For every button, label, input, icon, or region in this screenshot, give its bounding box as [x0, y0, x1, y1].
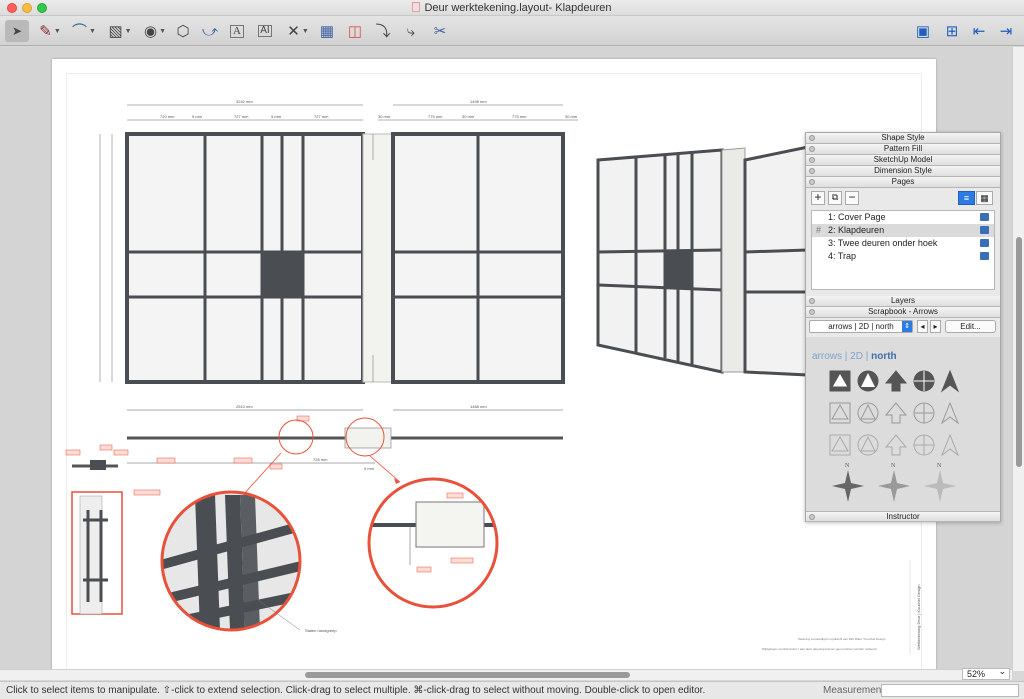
front-elevation [125, 132, 565, 384]
dim-text: 720 mm [160, 114, 175, 119]
note-2: Wijzigingen voorbehouden / aan deze teke… [762, 647, 877, 651]
perspective-3d-view [596, 145, 810, 377]
page-item-2[interactable]: #2: Klapdeuren [812, 224, 994, 237]
zoom-select[interactable]: 52% [962, 666, 1010, 680]
dim-text: 775 mm [512, 114, 527, 119]
dim-text: 1498 mm [470, 99, 487, 104]
presentation-icon [980, 252, 989, 260]
scrapbook-toolbar: arrows | 2D | north ⇕ ◂ ▸ Edit... [809, 319, 999, 335]
page-item-4[interactable]: 4: Trap [812, 250, 994, 263]
pages-list: 1: Cover Page #2: Klapdeuren 3: Twee deu… [811, 210, 995, 290]
north-arrows-grid[interactable]: NNN [806, 337, 1000, 507]
panel-dimension-style[interactable]: Dimension Style [806, 166, 1000, 177]
panel-sketchup-model[interactable]: SketchUp Model [806, 155, 1000, 166]
side-title: Werktekening Deur | Kouchel Design [916, 585, 921, 650]
panel-pattern-fill[interactable]: Pattern Fill [806, 144, 1000, 155]
svg-text:N: N [845, 463, 850, 469]
plan-red-tags [156, 415, 310, 470]
dim-text: 30 mm [565, 114, 578, 119]
list-view-toggle[interactable]: ≡ [958, 191, 975, 205]
default-tray: Shape Style Pattern Fill SketchUp Model … [805, 132, 1001, 522]
scrapbook-select[interactable]: arrows | 2D | north ⇕ [809, 320, 913, 333]
dim-text: 9 mm [364, 466, 375, 471]
note-1: Tekening vervaardigd in opdracht van Dir… [798, 637, 886, 641]
vertical-scroll-thumb[interactable] [1016, 237, 1022, 467]
chevron-updown-icon: ⇕ [902, 321, 912, 332]
dim-text: 30 mm [462, 114, 475, 119]
panel-layers[interactable]: Layers [806, 296, 1000, 307]
measurements-label: Measurements [823, 685, 890, 696]
panel-pages[interactable]: Pages [806, 177, 1000, 188]
dim-text: 727 mm [234, 114, 249, 119]
dim-text: 9 mm [192, 114, 203, 119]
presentation-icon [980, 239, 989, 247]
detail-label: Stalen handgreep [305, 628, 337, 633]
vertical-scrollbar[interactable] [1012, 47, 1024, 671]
panel-instructor[interactable]: Instructor [806, 511, 1000, 522]
dim-text: 775 mm [428, 114, 443, 119]
status-bar: Click to select items to manipulate. ⇧-c… [0, 681, 1024, 699]
dim-text: 9 mm [271, 114, 282, 119]
pages-toolbar: + ⧉ − ≡ ▦ [806, 188, 1000, 208]
svg-text:N: N [937, 463, 942, 469]
scrapbook-content[interactable]: arrows | 2D | north N N N [806, 337, 1000, 511]
grid-view-toggle[interactable]: ▦ [976, 191, 993, 205]
handle-section-detail [65, 444, 161, 615]
scrapbook-edit-button[interactable]: Edit... [945, 320, 996, 333]
panel-shape-style[interactable]: Shape Style [806, 133, 1000, 144]
delete-page-button[interactable]: − [845, 191, 859, 205]
panel-scrapbook[interactable]: Scrapbook - Arrows [806, 307, 1000, 318]
page-item-3[interactable]: 3: Twee deuren onder hoek [812, 237, 994, 250]
presentation-icon [980, 226, 989, 234]
plan-section [127, 409, 563, 464]
dim-text: 726 mm [313, 457, 328, 462]
dim-text: 1468 mm [470, 404, 487, 409]
dim-text: 3242 mm [236, 99, 253, 104]
add-page-button[interactable]: + [811, 191, 825, 205]
scrapbook-next-button[interactable]: ▸ [930, 320, 941, 333]
dim-text: 727 mm [314, 114, 329, 119]
horizontal-scroll-thumb[interactable] [305, 672, 630, 678]
svg-text:N: N [891, 463, 896, 469]
dim-text: 30 mm [378, 114, 391, 119]
presentation-icon [980, 213, 989, 221]
scrapbook-prev-button[interactable]: ◂ [917, 320, 928, 333]
horizontal-scrollbar[interactable] [0, 669, 1012, 680]
dim-text: 2510 mm [236, 404, 253, 409]
duplicate-page-button[interactable]: ⧉ [828, 191, 842, 205]
status-hint: Click to select items to manipulate. ⇧-c… [6, 685, 706, 696]
page-item-1[interactable]: 1: Cover Page [812, 211, 994, 224]
measurements-input[interactable] [881, 684, 1019, 697]
